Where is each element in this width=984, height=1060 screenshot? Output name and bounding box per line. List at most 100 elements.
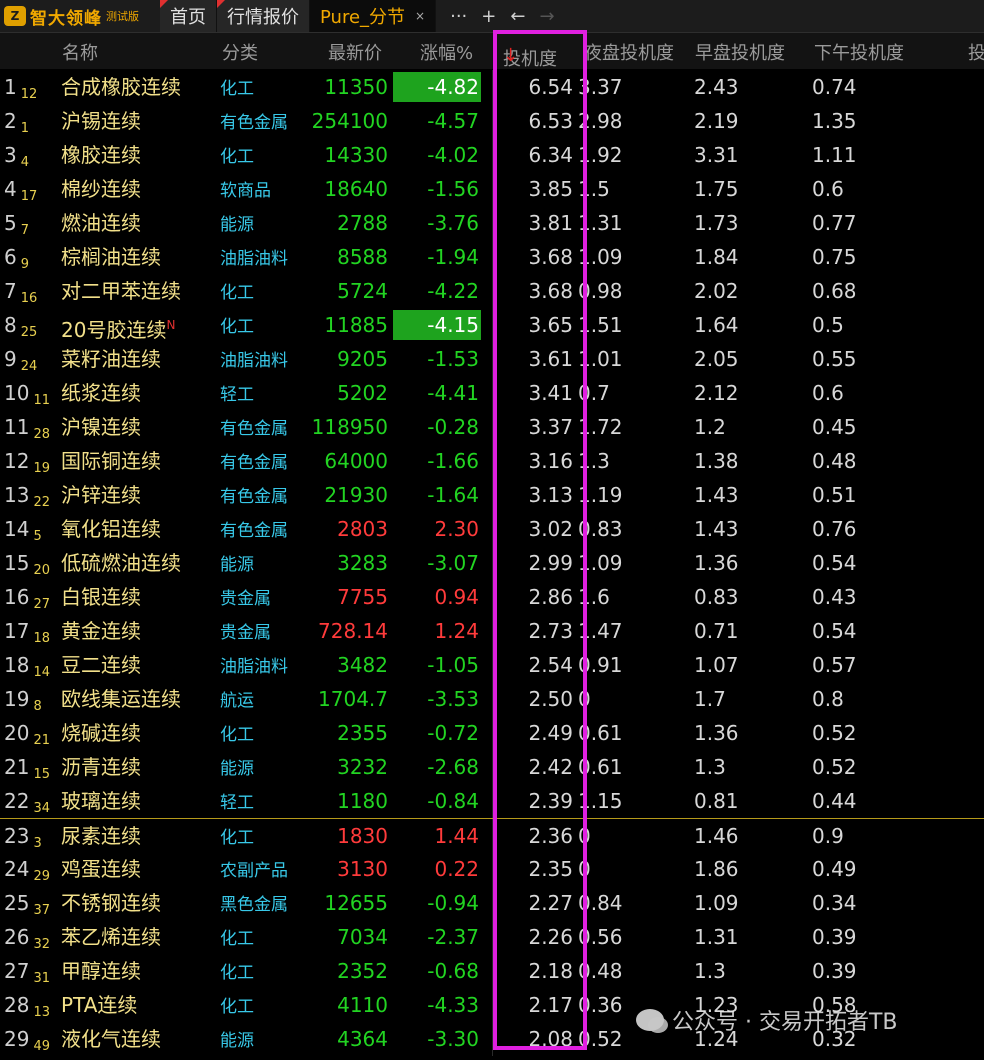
contract-name: 不锈钢连续 <box>61 890 161 916</box>
contract-name-text: 棕榈油连续 <box>61 245 161 269</box>
table-row[interactable]: 27 31 甲醇连续 化工 2352 -0.68 2.18 0.48 1.3 0.39 <box>0 954 984 988</box>
back-arrow-icon[interactable]: ← <box>510 6 525 27</box>
table-row[interactable]: 11 28 沪镍连续 有色金属 118950 -0.28 3.37 1.72 1.2 0.45 <box>0 410 984 444</box>
col-change-header[interactable]: 涨幅% <box>420 39 473 65</box>
row-index: 26 32 <box>4 924 50 958</box>
table-row[interactable]: 19 8 欧线集运连续 航运 1704.7 -3.53 2.50 0 1.7 0.8 <box>0 682 984 716</box>
last-price: 728.14 <box>318 619 388 643</box>
table-row[interactable]: 21 15 沥青连续 能源 3232 -2.68 2.42 0.61 1.3 0.52 <box>0 750 984 784</box>
morning-speculation: 1.09 <box>694 891 739 915</box>
new-badge: N <box>166 318 176 332</box>
table-row[interactable]: 7 16 对二甲苯连续 化工 5724 -4.22 3.68 0.98 2.02 0.68 <box>0 274 984 308</box>
table-row[interactable]: 4 17 棉纱连续 软商品 18640 -1.56 3.85 1.5 1.75 0.6 <box>0 172 984 206</box>
category: 黑色金属 <box>220 895 288 915</box>
morning-speculation: 1.3 <box>694 959 726 983</box>
table-row[interactable]: 2 1 沪锡连续 有色金属 254100 -4.57 6.53 2.98 2.19 1.35 <box>0 104 984 138</box>
table-row[interactable]: 13 22 沪锌连续 有色金属 21930 -1.64 3.13 1.19 1.43 0.51 <box>0 478 984 512</box>
speculation-degree: 3.41 <box>528 381 573 405</box>
row-rank: 25 <box>20 325 38 340</box>
tab-pure-section[interactable]: Pure_分节 × <box>310 0 437 32</box>
col-name-header[interactable]: 名称 <box>62 39 98 65</box>
contract-name-text: 沪锡连续 <box>61 109 141 133</box>
forward-arrow-icon[interactable]: → <box>539 6 554 27</box>
table-row[interactable]: 8 25 20号胶连续N 化工 11885 -4.15 3.65 1.51 1.64 0.5 <box>0 308 984 342</box>
speculation-degree: 6.53 <box>528 109 573 133</box>
afternoon-speculation: 0.39 <box>812 925 857 949</box>
table-row[interactable]: 1 12 合成橡胶连续 化工 11350 -4.82 6.54 3.37 2.43 0.74 <box>0 70 984 104</box>
contract-name-text: 烧碱连续 <box>61 721 141 745</box>
afternoon-speculation: 0.74 <box>812 75 857 99</box>
column-divider <box>492 342 493 376</box>
contract-name: 烧碱连续 <box>61 720 141 746</box>
category: 化工 <box>220 79 254 99</box>
row-rank: 31 <box>33 971 50 986</box>
table-row[interactable]: 17 18 黄金连续 贵金属 728.14 1.24 2.73 1.47 0.71 0.54 <box>0 614 984 648</box>
sort-desc-icon: ↓ <box>503 45 519 66</box>
table-row[interactable]: 22 34 玻璃连续 轻工 1180 -0.84 2.39 1.15 0.81 0.44 <box>0 784 984 818</box>
column-divider <box>492 104 493 138</box>
table-row[interactable]: 18 14 豆二连续 油脂油料 3482 -1.05 2.54 0.91 1.07 0.57 <box>0 648 984 682</box>
night-speculation: 0.56 <box>578 925 623 949</box>
table-row[interactable]: 25 37 不锈钢连续 黑色金属 12655 -0.94 2.27 0.84 1.09 0.34 <box>0 886 984 920</box>
change-percent: -1.66 <box>427 449 479 473</box>
speculation-degree: 2.73 <box>528 619 573 643</box>
row-rank: 7 <box>20 223 30 238</box>
tab-home[interactable]: 首页 <box>160 0 217 32</box>
contract-name-text: 玻璃连续 <box>61 789 141 813</box>
column-divider <box>492 138 493 172</box>
table-row[interactable]: 16 27 白银连续 贵金属 7755 0.94 2.86 1.6 0.83 0.43 <box>0 580 984 614</box>
table-row[interactable]: 5 7 燃油连续 能源 2788 -3.76 3.81 1.31 1.73 0.77 <box>0 206 984 240</box>
contract-name-text: PTA连续 <box>61 993 138 1017</box>
night-speculation: 1.6 <box>578 585 610 609</box>
table-row[interactable]: 26 32 苯乙烯连续 化工 7034 -2.37 2.26 0.56 1.31 0.39 <box>0 920 984 954</box>
table-row[interactable]: 23 3 尿素连续 化工 1830 1.44 2.36 0 1.46 0.9 <box>0 818 984 853</box>
contract-name-text: 不锈钢连续 <box>61 891 161 915</box>
category: 化工 <box>220 283 254 303</box>
row-index: 19 8 <box>4 686 42 720</box>
table-row[interactable]: 3 4 橡胶连续 化工 14330 -4.02 6.34 1.92 3.31 1.11 <box>0 138 984 172</box>
speculation-degree: 2.08 <box>528 1027 573 1051</box>
contract-name-text: 苯乙烯连续 <box>61 925 161 949</box>
category: 能源 <box>220 1031 254 1051</box>
afternoon-speculation: 0.34 <box>812 891 857 915</box>
last-price: 14330 <box>324 143 388 167</box>
more-icon[interactable]: ··· <box>450 6 467 27</box>
change-percent: -4.22 <box>427 279 479 303</box>
col-extra-header[interactable]: 投 <box>968 39 984 65</box>
table-row[interactable]: 10 11 纸浆连续 轻工 5202 -4.41 3.41 0.7 2.12 0.6 <box>0 376 984 410</box>
night-speculation: 1.5 <box>578 177 610 201</box>
contract-name-text: 黄金连续 <box>61 619 141 643</box>
afternoon-speculation: 0.54 <box>812 551 857 575</box>
table-row[interactable]: 24 29 鸡蛋连续 农副产品 3130 0.22 2.35 0 1.86 0.49 <box>0 852 984 886</box>
col-price-header[interactable]: 最新价 <box>328 39 382 65</box>
watermark-text: 公众号 · 交易开拓者TB <box>672 1010 898 1035</box>
quote-table: 1 12 合成橡胶连续 化工 11350 -4.82 6.54 3.37 2.43 0.74 2 1 沪… <box>0 70 984 1056</box>
table-row[interactable]: 12 19 国际铜连续 有色金属 64000 -1.66 3.16 1.3 1.38 0.48 <box>0 444 984 478</box>
contract-name: PTA连续 <box>61 992 137 1018</box>
col-category-header[interactable]: 分类 <box>222 39 258 65</box>
column-divider <box>492 750 493 784</box>
contract-name-text: 橡胶连续 <box>61 143 141 167</box>
row-index: 12 19 <box>4 448 50 482</box>
table-row[interactable]: 20 21 烧碱连续 化工 2355 -0.72 2.49 0.61 1.36 0.52 <box>0 716 984 750</box>
row-number: 29 <box>4 1027 30 1051</box>
close-tab-icon[interactable]: × <box>415 9 425 23</box>
table-row[interactable]: 9 24 菜籽油连续 油脂油料 9205 -1.53 3.61 1.01 2.05 0.55 <box>0 342 984 376</box>
tab-quotes[interactable]: 行情报价 <box>217 0 310 32</box>
table-row[interactable]: 6 9 棕榈油连续 油脂油料 8588 -1.94 3.68 1.09 1.84 0.75 <box>0 240 984 274</box>
contract-name: 白银连续 <box>61 584 141 610</box>
last-price: 9205 <box>337 347 388 371</box>
col-night-header[interactable]: 夜盘投机度 <box>584 39 674 65</box>
afternoon-speculation: 0.68 <box>812 279 857 303</box>
table-row[interactable]: 15 20 低硫燃油连续 能源 3283 -3.07 2.99 1.09 1.36 0.54 <box>0 546 984 580</box>
table-row[interactable]: 14 5 氧化铝连续 有色金属 2803 2.30 3.02 0.83 1.43 0.76 <box>0 512 984 546</box>
column-divider <box>492 1022 493 1056</box>
add-tab-icon[interactable]: + <box>481 6 496 27</box>
col-afternoon-header[interactable]: 下午投机度 <box>814 39 904 65</box>
night-speculation: 1.92 <box>578 143 623 167</box>
column-divider <box>492 682 493 716</box>
row-number: 19 <box>4 687 30 711</box>
change-percent: -0.72 <box>427 721 479 745</box>
contract-name: 沪镍连续 <box>61 414 141 440</box>
col-morning-header[interactable]: 早盘投机度 <box>695 39 785 65</box>
